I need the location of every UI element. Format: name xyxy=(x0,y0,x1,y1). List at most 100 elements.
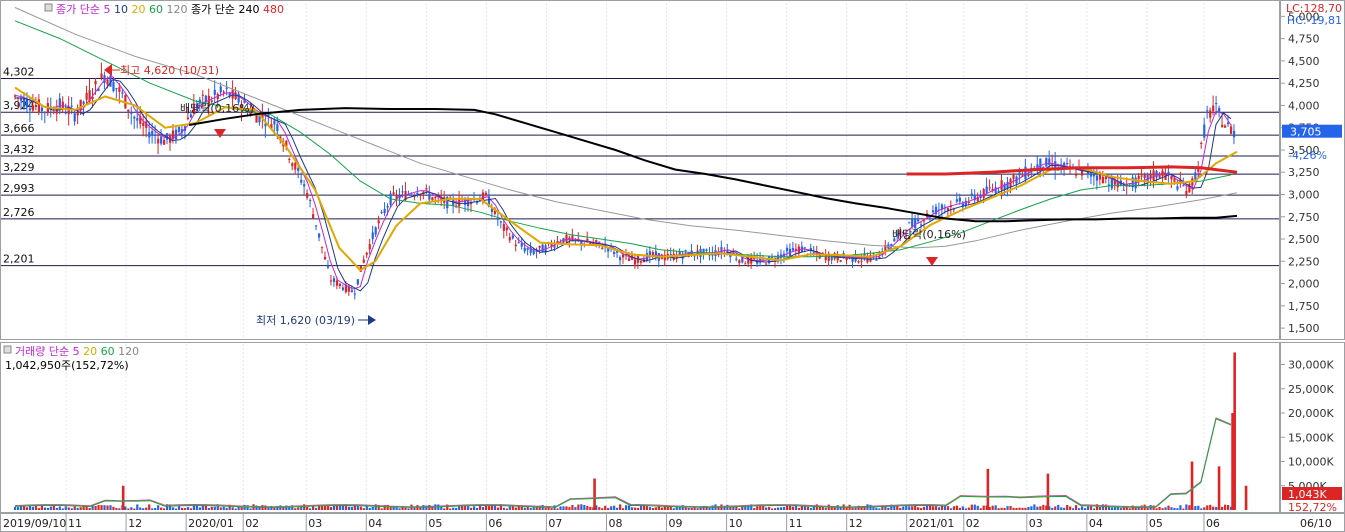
candle-body xyxy=(1066,163,1069,165)
volume-bar xyxy=(911,506,914,510)
volume-bar xyxy=(949,508,953,510)
candle-body xyxy=(1224,125,1227,128)
volume-bar xyxy=(1212,506,1215,510)
candle-body xyxy=(970,193,973,195)
time-tick-label: 09 xyxy=(669,517,683,530)
volume-bar xyxy=(189,508,193,510)
volume-bar xyxy=(55,507,58,510)
volume-bar xyxy=(493,505,497,510)
volume-tick-label: 20,000K xyxy=(1288,407,1334,420)
candle-body xyxy=(303,184,306,187)
volume-spike-bar xyxy=(986,468,990,510)
volume-bar xyxy=(136,504,139,510)
dividend-label-2: 배당락(0,16%) xyxy=(892,228,966,241)
candle-body xyxy=(127,109,130,112)
candle-body xyxy=(982,189,985,198)
volume-bar xyxy=(982,505,985,510)
candle-body xyxy=(362,259,365,263)
volume-bar xyxy=(362,508,365,510)
candle-body xyxy=(61,101,64,108)
volume-bar xyxy=(1012,507,1015,510)
volume-badge-value: 1,043K xyxy=(1288,488,1327,501)
volume-bar xyxy=(475,507,479,510)
volume-bar xyxy=(872,507,875,510)
volume-bar xyxy=(785,505,789,510)
volume-bar xyxy=(583,505,586,510)
volume-bar xyxy=(1161,508,1164,510)
candle-body xyxy=(920,224,923,226)
candle-body xyxy=(383,208,386,214)
candle-body xyxy=(151,131,154,135)
candle-body xyxy=(371,232,374,239)
volume-bar xyxy=(112,506,115,510)
candle-body xyxy=(28,108,32,111)
volume-bar xyxy=(487,506,491,510)
level-label: 3,432 xyxy=(3,143,35,156)
volume-bar xyxy=(619,504,622,510)
svg-text:거래량 단순 5 20 60 120: 거래량 단순 5 20 60 120 xyxy=(15,345,139,358)
volume-spike-bar xyxy=(1217,466,1221,510)
volume-bar xyxy=(347,506,351,510)
volume-bar xyxy=(815,504,818,510)
volume-bar xyxy=(151,508,154,510)
volume-bar xyxy=(67,507,70,510)
candle-body xyxy=(1140,175,1143,177)
volume-bar xyxy=(580,504,583,510)
candle-body xyxy=(85,92,88,100)
volume-spike-bar xyxy=(1046,473,1050,510)
candle-body xyxy=(386,205,389,208)
candle-body xyxy=(329,280,333,282)
candle-body xyxy=(1212,105,1215,112)
high-annotation: 최고 4,620 (10/31) xyxy=(104,64,219,77)
candle-body xyxy=(177,127,181,132)
volume-bar xyxy=(1185,504,1188,510)
volume-bar xyxy=(31,506,35,510)
volume-bar xyxy=(973,504,976,510)
price-tick-label: 2,500 xyxy=(1288,233,1320,246)
candle-body xyxy=(374,227,377,235)
volume-bar xyxy=(1173,507,1176,510)
candle-body xyxy=(1146,173,1149,181)
time-tick-label: 2021/01 xyxy=(909,517,955,530)
candle-body xyxy=(1173,178,1176,182)
time-tick-label: 12 xyxy=(849,517,863,530)
volume-bar xyxy=(303,504,306,510)
candle-body xyxy=(288,158,291,160)
volume-bar xyxy=(449,508,452,510)
volume-bar xyxy=(604,505,607,510)
svg-text:종가 단순 5 10 20 60 120 종가 단순 240: 종가 단순 5 10 20 60 120 종가 단순 240 480 xyxy=(56,3,284,16)
volume-bar xyxy=(419,507,422,510)
legend-entry: 거래량 xyxy=(15,345,45,358)
candle-body xyxy=(1095,175,1099,181)
level-label: 2,993 xyxy=(3,182,35,195)
volume-bar xyxy=(82,506,85,510)
candle-body xyxy=(40,107,44,112)
volume-bar xyxy=(1066,504,1069,510)
candle-body xyxy=(1185,190,1188,195)
candle-body xyxy=(377,220,380,224)
volume-bar xyxy=(645,506,649,510)
volume-bar xyxy=(234,508,237,510)
volume-bar xyxy=(559,506,562,510)
candle-body xyxy=(82,101,85,104)
volume-bar xyxy=(398,508,401,510)
candle-body xyxy=(309,200,312,202)
candle-body xyxy=(148,132,151,138)
time-tick-label: 04 xyxy=(368,517,382,530)
level-label: 3,229 xyxy=(3,161,35,174)
volume-bar xyxy=(791,506,795,510)
volume-bar xyxy=(899,507,902,510)
candle-body xyxy=(1215,103,1218,105)
volume-bar xyxy=(955,505,958,510)
candle-body xyxy=(875,259,878,261)
volume-bar xyxy=(952,506,956,510)
volume-bar xyxy=(1069,506,1072,510)
volume-bar xyxy=(908,506,911,510)
candle-body xyxy=(613,251,616,255)
level-label: 2,201 xyxy=(3,253,35,266)
candle-body xyxy=(511,235,514,239)
candle-body xyxy=(601,247,604,249)
volume-bar xyxy=(765,507,768,510)
candle-body xyxy=(255,115,258,123)
volume-bar xyxy=(1060,507,1063,510)
